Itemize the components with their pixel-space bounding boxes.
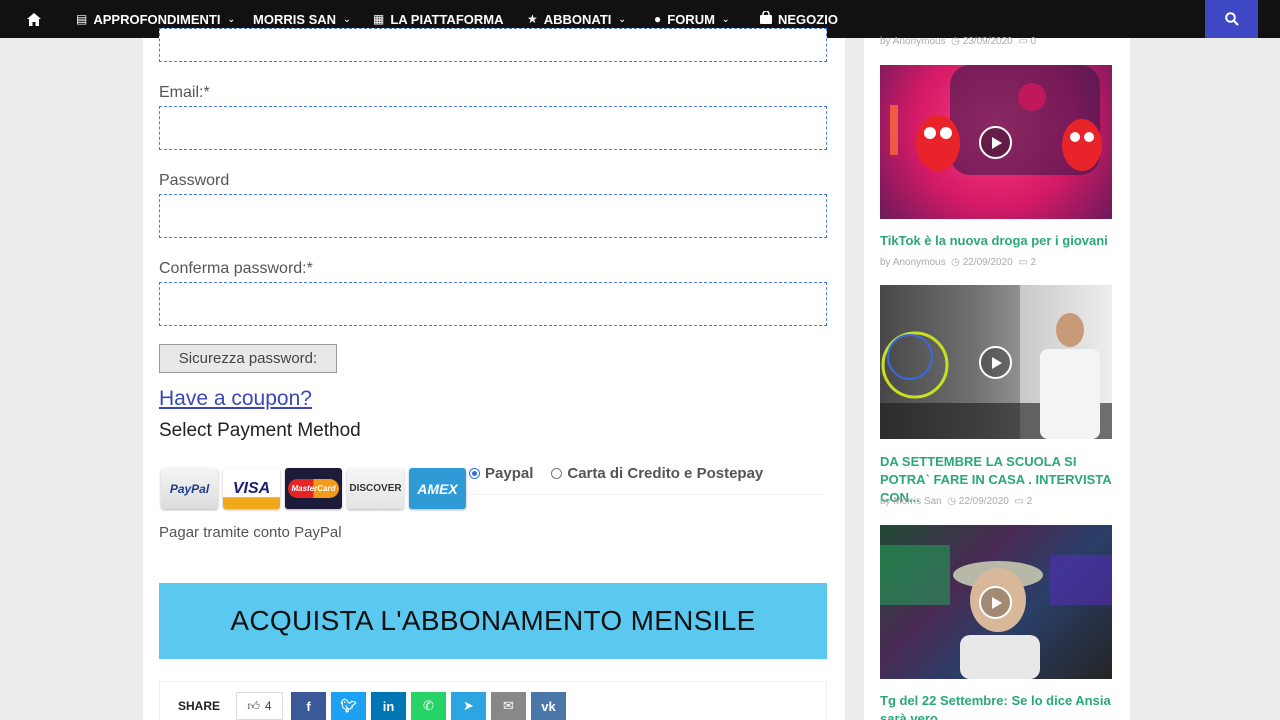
discover-logo: DISCOVER [347, 468, 404, 509]
paypal-option-label[interactable]: Paypal [485, 465, 533, 482]
paypal-radio[interactable] [469, 468, 480, 479]
play-icon[interactable] [979, 346, 1012, 379]
thumbs-up-icon: 👍︎ [247, 698, 260, 713]
password-label: Password [159, 172, 230, 189]
facebook-icon: f [306, 698, 311, 714]
post-author: by Anonymous [880, 257, 946, 268]
search-button[interactable] [1205, 0, 1258, 38]
payment-options: Paypal Carta di Credito e Postepay [469, 465, 763, 482]
comment-icon: ▭ [1014, 496, 1024, 507]
coupon-link[interactable]: Have a coupon? [159, 387, 312, 411]
credit-card-radio[interactable] [551, 468, 563, 479]
email-icon: ✉ [503, 698, 514, 713]
like-count: 4 [264, 699, 272, 713]
post-meta: by Anonymous ◷ 22/09/2020 ▭ 2 [880, 257, 1036, 268]
comment-icon: ▭ [1018, 36, 1028, 47]
name-field[interactable] [159, 28, 827, 62]
post-date: 23/09/2020 [962, 36, 1013, 47]
post-author: by Morris San [880, 496, 942, 507]
post-date: 22/09/2020 [962, 257, 1013, 268]
vk-icon: vk [541, 698, 556, 714]
email-label: Email:* [159, 84, 210, 101]
home-icon[interactable] [27, 0, 41, 38]
star-icon: ★ [527, 12, 538, 26]
nav-label: NEGOZIO [778, 11, 838, 27]
post-date: 22/09/2020 [958, 496, 1009, 507]
play-icon[interactable] [979, 586, 1012, 619]
post-author: by Anonymous [880, 36, 946, 47]
calendar-icon: ▦ [373, 12, 385, 26]
confirm-password-field[interactable] [159, 282, 827, 326]
post-meta: by Morris San ◷ 22/09/2020 ▭ 2 [880, 496, 1032, 507]
nav-label: FORUM [667, 11, 715, 27]
password-strength-indicator: Sicurezza password: [159, 344, 337, 373]
mastercard-logo: MasterCard [285, 468, 342, 509]
email-field[interactable] [159, 106, 827, 150]
mastercard-label: MasterCard [288, 479, 339, 498]
document-icon: ▤ [76, 12, 88, 26]
like-button[interactable]: 👍︎ 4 [236, 692, 283, 720]
post-comments: 0 [1030, 36, 1037, 47]
payment-card-logos: PayPal VISA MasterCard DISCOVER AMEX [161, 468, 466, 509]
chevron-down-icon: ⌄ [618, 13, 626, 24]
twitter-share-button[interactable]: 🐦︎ [331, 692, 366, 720]
post-title[interactable]: TikTok è la nuova droga per i giovani [880, 232, 1116, 250]
bag-icon [760, 10, 772, 27]
whatsapp-share-button[interactable]: ✆ [411, 692, 446, 720]
twitter-icon: 🐦︎ [340, 698, 357, 713]
post-meta: by Anonymous ◷ 23/09/2020 ▭ 0 [880, 36, 1036, 47]
clock-icon: ◷ [947, 496, 956, 507]
linkedin-share-button[interactable]: in [371, 692, 406, 720]
chat-icon: ● [654, 12, 662, 26]
search-icon [1224, 12, 1239, 26]
chevron-down-icon: ⌄ [227, 13, 236, 24]
nav-label: LA PIATTAFORMA [390, 11, 504, 27]
nav-label: APPROFONDIMENTI [93, 11, 221, 27]
email-share-button[interactable]: ✉ [491, 692, 526, 720]
divider [469, 494, 825, 495]
telegram-icon: ➤ [463, 698, 474, 713]
registration-form: Email:* Password Conferma password:* Sic… [143, 28, 845, 720]
payment-method-title: Select Payment Method [159, 420, 361, 441]
post-comments: 2 [1030, 257, 1037, 268]
amex-logo: AMEX [409, 468, 466, 509]
post-title[interactable]: Tg del 22 Settembre: Se lo dice Ansia sa… [880, 692, 1116, 720]
password-field[interactable] [159, 194, 827, 238]
nav-label: MORRIS SAN [253, 11, 337, 27]
share-bar: SHARE 👍︎ 4 f 🐦︎ in ✆ ➤ ✉ vk [159, 681, 827, 720]
nav-label: ABBONATI [543, 11, 612, 27]
post-thumbnail[interactable] [880, 285, 1112, 439]
whatsapp-icon: ✆ [423, 698, 434, 713]
confirm-password-label: Conferma password:* [159, 260, 313, 277]
visa-logo: VISA [223, 468, 280, 509]
telegram-share-button[interactable]: ➤ [451, 692, 486, 720]
vk-share-button[interactable]: vk [531, 692, 566, 720]
comment-icon: ▭ [1018, 257, 1028, 268]
linkedin-icon: in [382, 698, 395, 714]
chevron-down-icon: ⌄ [721, 13, 730, 24]
credit-card-option-label[interactable]: Carta di Credito e Postepay [567, 465, 763, 482]
buy-subscription-button[interactable]: ACQUISTA L'ABBONAMENTO MENSILE [159, 583, 827, 659]
post-comments: 2 [1026, 496, 1033, 507]
clock-icon: ◷ [951, 36, 960, 47]
play-icon[interactable] [979, 126, 1012, 159]
sidebar-recent-posts: by Anonymous ◷ 23/09/2020 ▭ 0 TikTok è l… [864, 36, 1130, 720]
clock-icon: ◷ [951, 257, 960, 268]
paypal-logo: PayPal [161, 468, 218, 509]
post-thumbnail[interactable] [880, 525, 1112, 679]
facebook-share-button[interactable]: f [291, 692, 326, 720]
payment-description: Pagar tramite conto PayPal [159, 524, 342, 541]
chevron-down-icon: ⌄ [343, 13, 351, 24]
post-thumbnail[interactable] [880, 65, 1112, 219]
share-label: SHARE [178, 699, 221, 713]
